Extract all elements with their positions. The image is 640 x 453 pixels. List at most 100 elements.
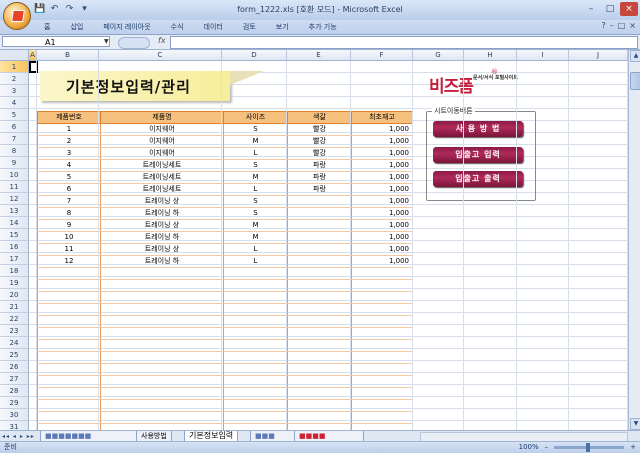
- ribbon-tab[interactable]: 보기: [266, 21, 299, 33]
- vertical-scrollbar[interactable]: ▲ ▼: [628, 50, 640, 430]
- table-cell[interactable]: [223, 327, 288, 340]
- table-cell[interactable]: [100, 327, 224, 340]
- row-header[interactable]: 22: [0, 313, 29, 325]
- usage-guide-button[interactable]: 사 용 방 법: [433, 121, 523, 137]
- ribbon-tab[interactable]: 페이지 레이아웃: [93, 21, 160, 33]
- table-cell[interactable]: [351, 387, 413, 400]
- table-cell[interactable]: 1,000: [351, 159, 413, 172]
- table-cell[interactable]: 트레이닝 상: [100, 243, 224, 256]
- table-cell[interactable]: [287, 255, 352, 268]
- table-cell[interactable]: [287, 207, 352, 220]
- table-cell[interactable]: 2: [37, 135, 101, 148]
- scroll-thumb[interactable]: [630, 72, 640, 90]
- office-button[interactable]: [3, 2, 31, 30]
- row-header[interactable]: 16: [0, 241, 29, 253]
- table-cell[interactable]: 1,000: [351, 219, 413, 232]
- table-cell[interactable]: 이지웨어: [100, 135, 224, 148]
- table-cell[interactable]: [351, 267, 413, 280]
- table-cell[interactable]: [287, 411, 352, 424]
- table-cell[interactable]: 1,000: [351, 231, 413, 244]
- table-cell[interactable]: 트레이닝세트: [100, 183, 224, 196]
- table-cell[interactable]: [223, 279, 288, 292]
- table-cell[interactable]: [287, 303, 352, 316]
- table-cell[interactable]: 1,000: [351, 195, 413, 208]
- table-cell[interactable]: 1,000: [351, 147, 413, 160]
- row-header[interactable]: 23: [0, 325, 29, 337]
- row-header[interactable]: 26: [0, 361, 29, 373]
- table-cell[interactable]: [37, 339, 101, 352]
- table-cell[interactable]: [223, 375, 288, 388]
- column-header[interactable]: F: [351, 50, 413, 61]
- row-header[interactable]: 15: [0, 229, 29, 241]
- table-cell[interactable]: [351, 327, 413, 340]
- table-cell[interactable]: [37, 315, 101, 328]
- table-cell[interactable]: 파랑: [287, 183, 352, 196]
- column-header[interactable]: H: [464, 50, 517, 61]
- table-cell[interactable]: 빨강: [287, 123, 352, 136]
- table-cell[interactable]: [37, 375, 101, 388]
- table-cell[interactable]: [287, 231, 352, 244]
- row-header[interactable]: 9: [0, 157, 29, 169]
- table-cell[interactable]: [223, 363, 288, 376]
- worksheet-grid[interactable]: 31 30 29 28 27 26 25 24 23 22 21 20 19 18 17 16 15 14 13 12…: [0, 50, 628, 430]
- workbook-close-icon[interactable]: ×: [629, 21, 636, 30]
- row-header[interactable]: 2: [0, 73, 29, 85]
- table-cell[interactable]: 1,000: [351, 255, 413, 268]
- table-cell[interactable]: [100, 351, 224, 364]
- row-header[interactable]: 7: [0, 133, 29, 145]
- table-cell[interactable]: 1,000: [351, 207, 413, 220]
- table-cell[interactable]: L: [223, 183, 288, 196]
- table-cell[interactable]: [351, 375, 413, 388]
- table-cell[interactable]: [100, 339, 224, 352]
- table-cell[interactable]: 트레이닝 상: [100, 195, 224, 208]
- stock-input-button[interactable]: 입출고 입력: [433, 147, 523, 163]
- chevron-down-icon[interactable]: ▼: [104, 36, 109, 48]
- table-cell[interactable]: [37, 363, 101, 376]
- table-cell[interactable]: [287, 327, 352, 340]
- table-cell[interactable]: 1,000: [351, 243, 413, 256]
- column-header[interactable]: I: [517, 50, 569, 61]
- table-cell[interactable]: 1,000: [351, 135, 413, 148]
- table-cell[interactable]: [223, 399, 288, 412]
- table-cell[interactable]: [287, 387, 352, 400]
- table-cell[interactable]: [223, 291, 288, 304]
- table-cell[interactable]: 트레이닝 하: [100, 255, 224, 268]
- table-cell[interactable]: [223, 339, 288, 352]
- help-icon[interactable]: ?: [601, 21, 605, 30]
- table-cell[interactable]: 트레이닝 하: [100, 231, 224, 244]
- table-cell[interactable]: [223, 267, 288, 280]
- table-cell[interactable]: 1,000: [351, 123, 413, 136]
- ribbon-tab[interactable]: 홈: [34, 21, 60, 33]
- table-cell[interactable]: L: [223, 255, 288, 268]
- table-cell[interactable]: 파랑: [287, 159, 352, 172]
- table-cell[interactable]: [351, 351, 413, 364]
- table-cell[interactable]: [100, 363, 224, 376]
- scroll-down-icon[interactable]: ▼: [630, 418, 640, 430]
- row-header[interactable]: 6: [0, 121, 29, 133]
- column-header[interactable]: J: [569, 50, 628, 61]
- row-header[interactable]: 5: [0, 109, 29, 121]
- zoom-in-icon[interactable]: +: [630, 442, 636, 453]
- ribbon-tab[interactable]: 삽입: [60, 21, 93, 33]
- row-header[interactable]: 3: [0, 85, 29, 97]
- table-cell[interactable]: 10: [37, 231, 101, 244]
- table-cell[interactable]: [100, 291, 224, 304]
- zoom-out-icon[interactable]: –: [545, 442, 549, 453]
- ribbon-tab[interactable]: 추가 기능: [299, 21, 347, 33]
- table-cell[interactable]: 1,000: [351, 171, 413, 184]
- table-cell[interactable]: [351, 315, 413, 328]
- table-cell[interactable]: [37, 351, 101, 364]
- scroll-up-icon[interactable]: ▲: [630, 50, 640, 62]
- table-cell[interactable]: [223, 315, 288, 328]
- table-cell[interactable]: [351, 279, 413, 292]
- table-cell[interactable]: 6: [37, 183, 101, 196]
- table-cell[interactable]: 7: [37, 195, 101, 208]
- row-header[interactable]: 4: [0, 97, 29, 109]
- table-cell[interactable]: [223, 303, 288, 316]
- table-cell[interactable]: [100, 303, 224, 316]
- table-cell[interactable]: [351, 399, 413, 412]
- table-cell[interactable]: 빨강: [287, 135, 352, 148]
- zoom-slider-handle[interactable]: [586, 443, 591, 452]
- table-cell[interactable]: 1,000: [351, 183, 413, 196]
- column-header[interactable]: C: [99, 50, 222, 61]
